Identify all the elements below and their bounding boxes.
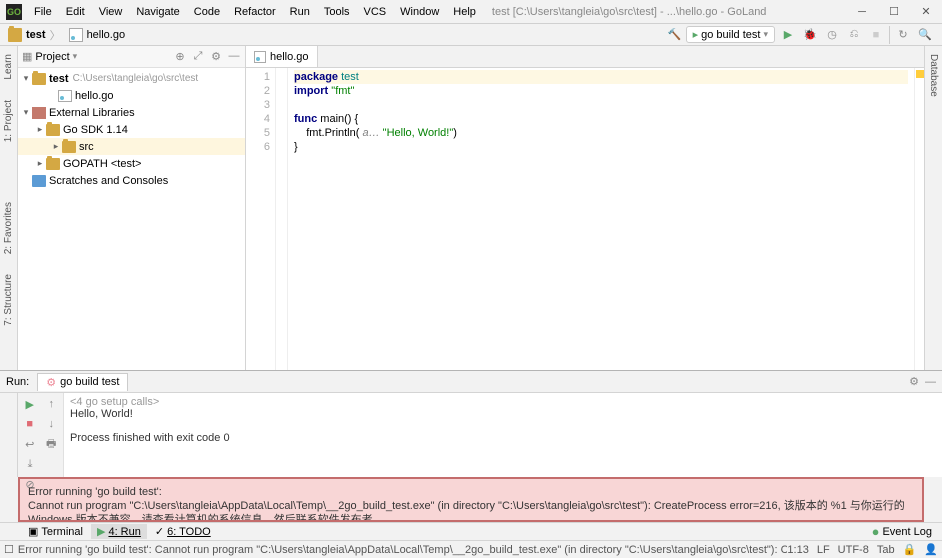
file-encoding[interactable]: UTF-8 xyxy=(838,544,869,556)
editor-tab-hello-go[interactable]: hello.go xyxy=(246,46,318,67)
line-separator[interactable]: LF xyxy=(817,544,830,556)
app-icon: GO xyxy=(6,4,22,20)
tab-todo[interactable]: ✓6: TODO xyxy=(149,524,217,539)
down-stack-icon[interactable]: ↓ xyxy=(43,416,61,432)
bottom-tool-tabs: ▣Terminal ▶4: Run ✓6: TODO ●Event Log xyxy=(0,522,942,540)
breadcrumb-project[interactable]: test 〉 xyxy=(4,27,65,43)
stop-process-button[interactable]: ■ xyxy=(21,416,39,432)
maximize-button[interactable]: ☐ xyxy=(878,0,910,24)
menu-navigate[interactable]: Navigate xyxy=(130,4,185,20)
menu-file[interactable]: File xyxy=(28,4,58,20)
tab-run-4[interactable]: ▶4: Run xyxy=(91,524,147,539)
tree-project-root[interactable]: ▾ test C:\Users\tangleia\go\src\test xyxy=(18,70,245,87)
close-button[interactable]: ✕ xyxy=(910,0,942,24)
print-icon[interactable]: 🖶 xyxy=(43,436,61,452)
run-tool-window: Run: ⚙ go build test ⚙ — ▶↑ ■↓ ↩🖶 ⤓ ⊘ <4… xyxy=(0,370,942,477)
expand-icon[interactable]: ⤢ xyxy=(191,50,205,63)
update-button[interactable]: ↻ xyxy=(894,26,912,44)
tab-project[interactable]: 1: Project xyxy=(2,96,15,146)
menu-vcs[interactable]: VCS xyxy=(358,4,393,20)
menu-window[interactable]: Window xyxy=(394,4,445,20)
panel-title: Project xyxy=(35,51,69,63)
scroll-end-icon[interactable]: ⤓ xyxy=(21,456,39,472)
build-icon[interactable]: 🔨 xyxy=(668,28,682,41)
hide-panel-icon[interactable]: — xyxy=(227,50,241,63)
folder-icon xyxy=(8,28,22,42)
menu-view[interactable]: View xyxy=(93,4,129,20)
minimize-button[interactable]: ─ xyxy=(846,0,878,24)
run-label: Run: xyxy=(6,376,29,388)
project-tool-window: ▦ Project ▾ ⊕ ⤢ ⚙ — ▾ test C:\Users\tang… xyxy=(18,46,246,370)
chevron-down-icon: ▾ xyxy=(763,29,768,40)
warning-marker[interactable] xyxy=(916,70,924,78)
tree-file-hello-go[interactable]: hello.go xyxy=(18,87,245,104)
soft-wrap-icon[interactable]: ↩ xyxy=(21,436,39,452)
stop-button[interactable]: ■ xyxy=(867,26,885,44)
title-bar: GO File Edit View Navigate Code Refactor… xyxy=(0,0,942,24)
editor: hello.go 123456 package test import "fmt… xyxy=(246,46,924,370)
rerun-button[interactable]: ▶ xyxy=(21,396,39,412)
tab-learn[interactable]: Learn xyxy=(2,50,15,84)
line-numbers: 123456 xyxy=(246,68,276,370)
run-configuration-selector[interactable]: ▸ go build test ▾ xyxy=(686,26,775,43)
run-console[interactable]: <4 go setup calls> Hello, World! Process… xyxy=(64,393,942,477)
status-message[interactable]: Error running 'go build test': Cannot ru… xyxy=(18,544,788,556)
go-file-icon xyxy=(254,51,266,63)
project-tree: ▾ test C:\Users\tangleia\go\src\test hel… xyxy=(18,68,245,191)
search-everywhere-button[interactable]: 🔍 xyxy=(916,26,934,44)
tree-scratches[interactable]: Scratches and Consoles xyxy=(18,172,245,189)
error-notification[interactable]: Error running 'go build test': Cannot ru… xyxy=(18,477,924,522)
attach-button[interactable]: ⎌ xyxy=(845,26,863,44)
indent-info[interactable]: Tab xyxy=(877,544,895,556)
status-bar: ☐Error running 'go build test': Cannot r… xyxy=(0,540,942,558)
tab-database[interactable]: Database xyxy=(927,50,940,101)
menu-help[interactable]: Help xyxy=(447,4,482,20)
tab-favorites[interactable]: 2: Favorites xyxy=(2,198,15,258)
code-editor[interactable]: 123456 package test import "fmt" func ma… xyxy=(246,68,924,370)
left-tool-window-bar: Learn 1: Project 2: Favorites 7: Structu… xyxy=(0,46,18,370)
window-title-path: test [C:\Users\tangleia\go\src\test] - .… xyxy=(492,6,846,18)
debug-button[interactable]: 🐞 xyxy=(801,26,819,44)
run-hide-icon[interactable]: — xyxy=(925,376,936,388)
tab-terminal[interactable]: ▣Terminal xyxy=(22,524,89,539)
cursor-position[interactable]: 1:13 xyxy=(787,544,808,556)
menu-run[interactable]: Run xyxy=(284,4,316,20)
tree-go-sdk[interactable]: ▸ Go SDK 1.14 xyxy=(18,121,245,138)
right-tool-window-bar: Database xyxy=(924,46,942,370)
run-settings-icon[interactable]: ⚙ xyxy=(909,375,919,388)
go-file-icon xyxy=(69,28,83,42)
select-opened-file-icon[interactable]: ⊕ xyxy=(173,50,187,63)
tree-src[interactable]: ▸ src xyxy=(18,138,245,155)
navigation-bar: test 〉 hello.go 🔨 ▸ go build test ▾ ▶ 🐞 … xyxy=(0,24,942,46)
gear-icon[interactable]: ⚙ xyxy=(209,50,223,63)
menu-code[interactable]: Code xyxy=(188,4,226,20)
run-with-coverage-button[interactable]: ◷ xyxy=(823,26,841,44)
run-tab-go-build-test[interactable]: ⚙ go build test xyxy=(37,373,128,391)
menu-bar: File Edit View Navigate Code Refactor Ru… xyxy=(28,4,482,20)
run-toolbar: ▶↑ ■↓ ↩🖶 ⤓ ⊘ xyxy=(18,393,64,477)
menu-edit[interactable]: Edit xyxy=(60,4,91,20)
menu-tools[interactable]: Tools xyxy=(318,4,356,20)
tab-structure[interactable]: 7: Structure xyxy=(2,270,15,330)
run-button[interactable]: ▶ xyxy=(779,26,797,44)
breadcrumb-file[interactable]: hello.go xyxy=(65,28,130,42)
up-stack-icon[interactable]: ↑ xyxy=(43,396,61,412)
inspection-icon[interactable]: 👤 xyxy=(924,543,938,556)
lock-icon[interactable]: 🔒 xyxy=(903,543,917,556)
tree-gopath[interactable]: ▸ GOPATH <test> xyxy=(18,155,245,172)
tab-event-log[interactable]: ●Event Log xyxy=(866,523,938,540)
menu-refactor[interactable]: Refactor xyxy=(228,4,282,20)
tree-external-libraries[interactable]: ▾ External Libraries xyxy=(18,104,245,121)
